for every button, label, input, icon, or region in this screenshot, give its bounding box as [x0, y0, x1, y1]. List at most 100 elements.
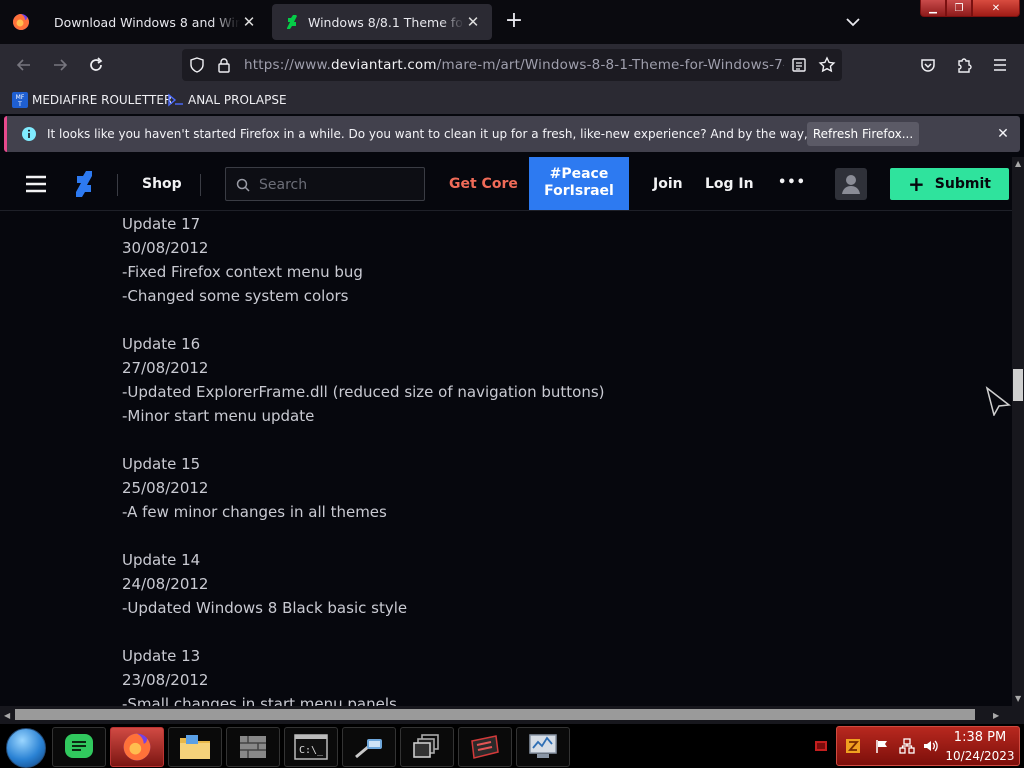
monitor-icon [529, 734, 557, 758]
reader-view-icon[interactable] [791, 57, 807, 73]
clock-date[interactable]: 10/24/2023 [941, 749, 1019, 763]
taskbar-system-monitor[interactable] [516, 727, 570, 767]
submit-label: Submit [934, 176, 991, 192]
avatar[interactable] [835, 168, 867, 200]
close-notification-icon[interactable]: ✕ [993, 124, 1013, 144]
forward-arrow-icon [54, 59, 68, 71]
notification-area: 1:38 PM 10/24/2023 [836, 726, 1020, 766]
taskbar-window-switcher[interactable] [400, 727, 454, 767]
peace-line-1: #Peace [549, 166, 609, 182]
taskbar-media-app[interactable] [458, 727, 512, 767]
forward-button[interactable] [47, 52, 73, 78]
bookmark-item[interactable]: ANAL PROLAPSE [168, 90, 287, 110]
url-host: deviantart.com [330, 57, 437, 73]
login-link[interactable]: Log In [705, 176, 754, 192]
bookmark-label: MEDIAFIRE ROULETTER [32, 93, 173, 107]
firewall-icon [240, 736, 266, 758]
scroll-up-icon[interactable]: ▲ [1015, 159, 1021, 168]
pocket-button[interactable] [915, 52, 941, 78]
windows-stack-icon [413, 734, 439, 758]
reload-button[interactable] [83, 52, 109, 78]
bookmarks-toolbar: MF T MEDIAFIRE ROULETTER ANAL PROLAPSE [0, 86, 1024, 114]
bookmark-star-icon[interactable] [818, 56, 836, 74]
action-center-flag-icon[interactable] [875, 739, 889, 753]
bookmark-label: ANAL PROLAPSE [188, 93, 287, 107]
entry-change: -Fixed Firefox context menu bug [122, 263, 363, 281]
address-bar[interactable]: https://www.deviantart.com/mare-m/art/Wi… [182, 49, 842, 81]
security-shield-icon[interactable] [845, 738, 861, 754]
extensions-button[interactable] [951, 52, 977, 78]
entry-change: -Changed some system colors [122, 287, 349, 305]
window-controls: ▁ ❐ ✕ [920, 0, 1020, 18]
firefox-menu-button[interactable] [0, 0, 42, 44]
list-all-tabs-button[interactable] [842, 12, 864, 32]
network-icon[interactable] [899, 738, 915, 754]
taskbar-firefox[interactable] [110, 727, 164, 767]
terminal-icon: C:\_ [294, 734, 328, 760]
vertical-scrollbar[interactable]: ▲ ▼ [1012, 157, 1024, 706]
scroll-left-icon[interactable]: ◀ [4, 711, 10, 720]
tab-downloads[interactable]: Download Windows 8 and Windows 8.1 Theme… [42, 4, 268, 40]
url-text[interactable]: https://www.deviantart.com/mare-m/art/Wi… [244, 57, 784, 73]
changelog-entry: Update 15 25/08/2012 -A few minor changes … [122, 452, 605, 524]
taskbar-firewall-app[interactable] [226, 727, 280, 767]
horizontal-scrollbar[interactable]: ◀ ▶ [0, 706, 1024, 724]
minimize-button[interactable]: ▁ [920, 0, 946, 17]
entry-title: Update 17 [122, 215, 201, 233]
clock-time[interactable]: 1:38 PM [941, 730, 1019, 745]
volume-icon[interactable] [922, 738, 938, 754]
deviantart-logo-icon[interactable] [73, 170, 95, 198]
back-button[interactable] [11, 52, 37, 78]
screen: Download Windows 8 and Windows 8.1 Theme… [0, 0, 1024, 768]
entry-title: Update 16 [122, 335, 201, 353]
folder-icon [180, 735, 210, 759]
tracking-shield-icon[interactable] [189, 57, 205, 73]
changelog-entry: Update 16 27/08/2012 -Updated ExplorerFram… [122, 332, 605, 428]
refresh-firefox-notification: It looks like you haven't started Firefo… [4, 116, 1020, 152]
new-tab-button[interactable]: + [502, 10, 526, 34]
lock-icon[interactable] [217, 57, 231, 73]
join-link[interactable]: Join [653, 176, 683, 192]
start-orb-button[interactable] [6, 728, 46, 768]
tray-flag-icon[interactable] [814, 739, 828, 753]
taskbar-command-prompt[interactable]: C:\_ [284, 727, 338, 767]
firefox-icon [13, 14, 29, 30]
url-prefix: https://www. [244, 57, 331, 73]
scroll-down-icon[interactable]: ▼ [1015, 694, 1021, 703]
close-tab-icon[interactable]: ✕ [464, 13, 482, 31]
submit-button[interactable]: + Submit [890, 168, 1009, 200]
tab-deviantart[interactable]: Windows 8/8.1 Theme for Windows 7 ✕ [272, 4, 492, 40]
tab-strip: Download Windows 8 and Windows 8.1 Theme… [0, 0, 1024, 44]
taskbar-file-explorer[interactable] [168, 727, 222, 767]
peace-line-2: ForIsrael [544, 183, 614, 199]
entry-date: 30/08/2012 [122, 239, 209, 257]
info-icon [22, 127, 36, 141]
taskbar-network-tool[interactable] [342, 727, 396, 767]
scroll-right-icon[interactable]: ▶ [993, 711, 999, 720]
tab-title: Windows 8/8.1 Theme for Windows 7 [308, 14, 464, 30]
shop-link[interactable]: Shop [142, 176, 182, 192]
horizontal-scroll-thumb[interactable] [15, 709, 975, 720]
entry-change: -Minor start menu update [122, 407, 315, 425]
changelog-entry: Update 13 23/08/2012 -Small changes in sta… [122, 644, 605, 706]
get-core-link[interactable]: Get Core [449, 176, 518, 192]
navigation-toolbar: https://www.deviantart.com/mare-m/art/Wi… [0, 44, 1024, 86]
more-menu-button[interactable]: ••• [778, 175, 806, 190]
peace-banner-button[interactable]: #Peace ForIsrael [529, 157, 629, 210]
refresh-firefox-button[interactable]: Refresh Firefox... [807, 122, 919, 146]
close-tab-icon[interactable]: ✕ [240, 13, 258, 31]
menu-icon[interactable] [25, 175, 47, 193]
svg-text:T: T [17, 101, 22, 108]
restore-button[interactable]: ❐ [946, 0, 972, 17]
taskbar-sheets-app[interactable] [52, 727, 106, 767]
header-divider [200, 174, 201, 196]
entry-title: Update 15 [122, 455, 201, 473]
search-input[interactable]: Search [225, 167, 425, 201]
close-window-button[interactable]: ✕ [972, 0, 1020, 17]
bookmark-item[interactable]: MF T MEDIAFIRE ROULETTER [12, 90, 172, 110]
deviantart-favicon-icon [284, 14, 300, 30]
vertical-scroll-thumb[interactable] [1013, 369, 1023, 401]
taskbar: C:\_ 1:38 PM 10/24/2023 [0, 724, 1024, 768]
app-menu-button[interactable] [987, 52, 1013, 78]
entry-change: -Updated ExplorerFrame.dll (reduced size… [122, 383, 605, 401]
